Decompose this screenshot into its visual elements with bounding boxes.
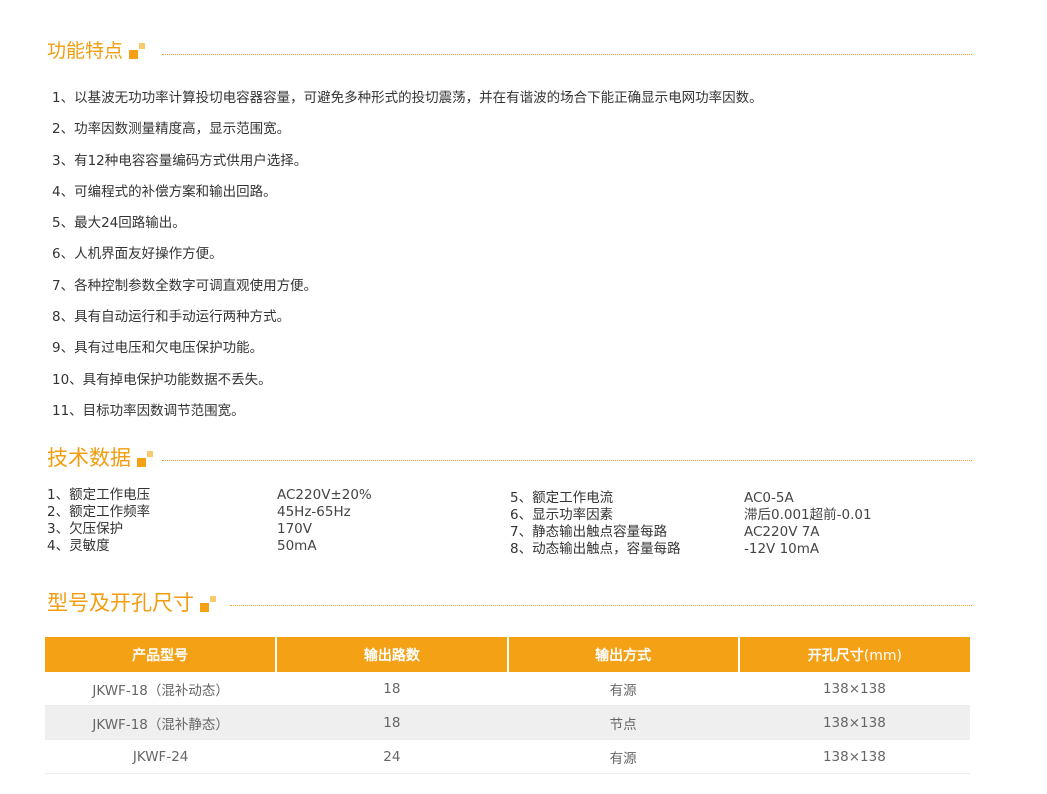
feature-item: 11、目标功率因数调节范围宽。 <box>52 402 245 419</box>
features-divider <box>162 54 972 55</box>
table-row: JKWF-18（混补动态） 18 有源 138×138 <box>45 672 970 706</box>
table-cell: 18 <box>276 672 508 706</box>
feature-item: 10、具有掉电保护功能数据不丢失。 <box>52 371 272 388</box>
features-list: 1、以基波无功功率计算投切电容器容量，可避免多种形式的投切震荡，并在有谐波的场合… <box>52 88 763 432</box>
column-header: 输出方式 <box>506 637 739 672</box>
feature-item: 9、具有过电压和欠电压保护功能。 <box>52 340 264 357</box>
spec-label: 6、显示功率因素 <box>510 507 614 523</box>
spec-value: AC220V±20% <box>277 487 372 503</box>
feature-item: 4、可编程式的补偿方案和输出回路。 <box>52 183 277 200</box>
spec-row: 4、灵敏度 50mA <box>47 538 372 555</box>
table-cell: 有源 <box>507 672 739 706</box>
models-heading: 型号及开孔尺寸 <box>47 593 216 614</box>
spec-value: -12V 10mA <box>744 541 820 557</box>
spec-value: 170V <box>277 521 313 537</box>
spec-row: 5、额定工作电流 AC0-5A <box>510 490 872 507</box>
spec-label: 8、动态输出触点，容量每路 <box>510 541 681 557</box>
spec-label: 5、额定工作电流 <box>510 490 614 506</box>
spec-row: 3、欠压保护 170V <box>47 521 372 538</box>
table-cell: 138×138 <box>738 739 970 774</box>
spec-row: 6、显示功率因素 滞后0.001超前-0.01 <box>510 507 872 524</box>
square-deco-icon <box>129 43 146 59</box>
table-row: JKWF-18（混补静态） 18 节点 138×138 <box>45 705 970 740</box>
table-cell: 24 <box>276 739 508 774</box>
spec-label: 7、静态输出触点容量每路 <box>510 524 668 540</box>
feature-item: 7、各种控制参数全数字可调直观使用方便。 <box>52 277 318 294</box>
feature-item: 2、功率因数测量精度高，显示范围宽。 <box>52 121 291 138</box>
specs-divider <box>162 460 972 461</box>
spec-label: 1、额定工作电压 <box>47 487 151 503</box>
spec-row: 1、额定工作电压 AC220V±20% <box>47 487 372 504</box>
spec-value: AC0-5A <box>744 490 794 506</box>
specs-heading: 技术数据 <box>47 448 153 469</box>
spec-value: 50mA <box>277 538 317 554</box>
features-title: 功能特点 <box>47 40 124 62</box>
feature-item: 3、有12种电容容量编码方式供用户选择。 <box>52 152 308 169</box>
table-cell: 138×138 <box>738 672 970 706</box>
feature-item: 1、以基波无功功率计算投切电容器容量，可避免多种形式的投切震荡，并在有谐波的场合… <box>52 90 763 106</box>
table-cell: JKWF-24 <box>45 739 277 774</box>
unit-label: (mm) <box>863 647 902 664</box>
spec-value: 滞后0.001超前-0.01 <box>744 507 872 523</box>
table-cell: 节点 <box>507 705 739 740</box>
models-divider <box>230 605 972 606</box>
spec-row: 8、动态输出触点，容量每路 -12V 10mA <box>510 541 872 558</box>
table-row: JKWF-24 24 有源 138×138 <box>45 739 970 774</box>
column-header: 输出路数 <box>275 637 508 672</box>
column-header: 开孔尺寸(mm) <box>737 637 970 672</box>
feature-item: 8、具有自动运行和手动运行两种方式。 <box>52 309 291 326</box>
table-cell: 有源 <box>507 739 739 774</box>
table-cell: 138×138 <box>738 705 970 740</box>
features-heading: 功能特点 <box>47 40 146 62</box>
spec-value: 45Hz-65Hz <box>277 504 351 520</box>
feature-item: 6、人机界面友好操作方便。 <box>52 246 223 263</box>
column-header: 产品型号 <box>45 637 277 672</box>
specs-right-column: 5、额定工作电流 AC0-5A 6、显示功率因素 滞后0.001超前-0.01 7、… <box>510 490 872 558</box>
spec-value: AC220V 7A <box>744 524 820 540</box>
square-deco-icon <box>137 451 153 467</box>
models-title: 型号及开孔尺寸 <box>47 591 194 615</box>
square-deco-icon <box>200 596 216 612</box>
feature-item: 5、最大24回路输出。 <box>52 215 186 232</box>
table-cell: JKWF-18（混补静态） <box>45 705 277 740</box>
specs-title: 技术数据 <box>47 446 131 470</box>
table-header-row: 产品型号 输出路数 输出方式 开孔尺寸(mm) <box>45 637 970 672</box>
spec-row: 7、静态输出触点容量每路 AC220V 7A <box>510 524 872 541</box>
spec-label: 4、灵敏度 <box>47 538 110 554</box>
spec-label: 2、额定工作频率 <box>47 504 151 520</box>
specs-left-column: 1、额定工作电压 AC220V±20% 2、额定工作频率 45Hz-65Hz 3、欠… <box>47 487 372 555</box>
table-cell: 18 <box>276 705 508 740</box>
models-table: 产品型号 输出路数 输出方式 开孔尺寸(mm) JKWF-18（混补动态） 18… <box>45 637 970 774</box>
spec-label: 3、欠压保护 <box>47 521 124 537</box>
spec-row: 2、额定工作频率 45Hz-65Hz <box>47 504 372 521</box>
table-cell: JKWF-18（混补动态） <box>45 672 277 706</box>
